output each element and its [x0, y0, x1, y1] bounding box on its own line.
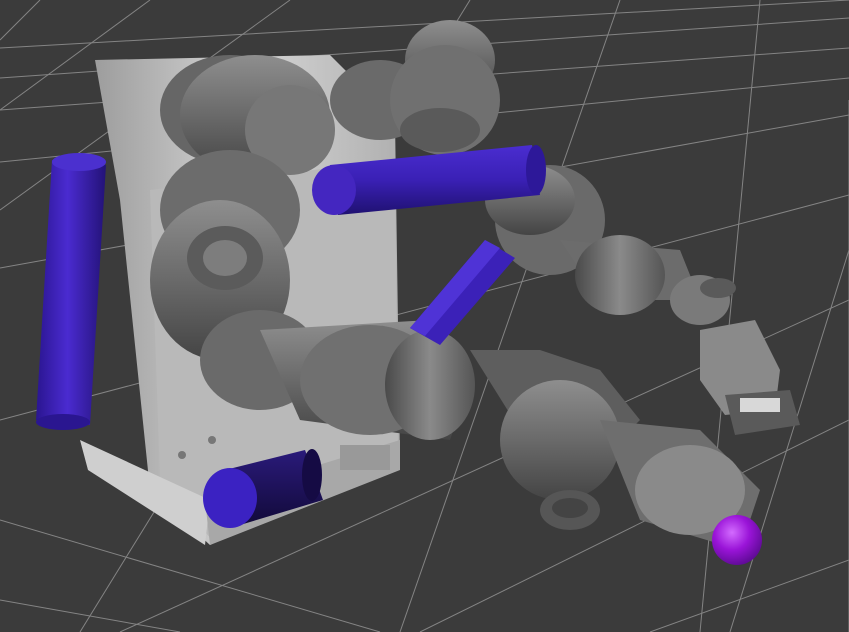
collision-cylinder-diagonal[interactable] — [410, 240, 515, 345]
grid-line — [729, 249, 849, 632]
collision-cylinder-vertical[interactable] — [36, 153, 106, 430]
target-sphere[interactable] — [712, 515, 762, 565]
grid-line — [0, 599, 181, 632]
scene-canvas[interactable] — [0, 0, 849, 632]
grid-line — [0, 0, 41, 41]
grid-line — [0, 519, 381, 632]
gripper-icon[interactable] — [700, 320, 800, 435]
3d-viewport[interactable] — [0, 0, 849, 632]
